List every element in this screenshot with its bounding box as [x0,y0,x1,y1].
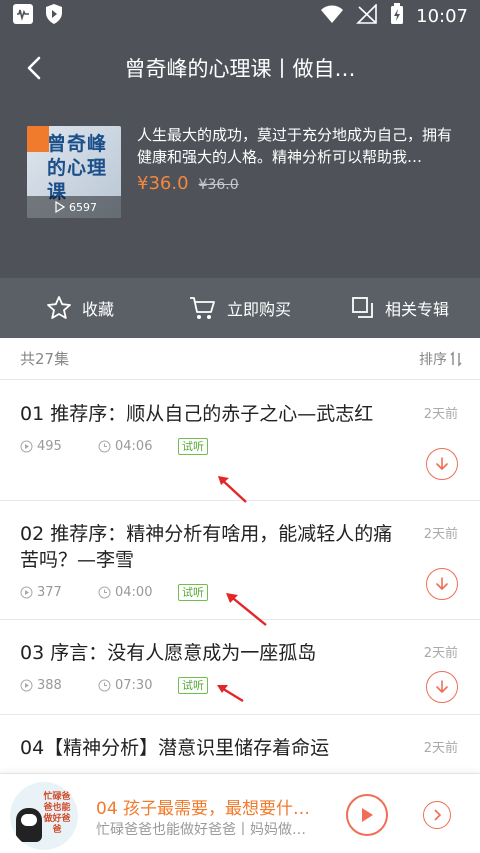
expand-button[interactable] [423,801,451,829]
album-cover[interactable]: 曾奇峰的心理课 6597 [27,126,121,218]
current-price: ¥36.0 [137,173,189,194]
episode-list: 01 推荐序：顺从自己的赤子之心—武志红 2天前 495 04:06 试听 02… [0,381,480,785]
episode-plays: 388 [20,678,98,693]
player-cover[interactable]: 忙碌爸爸也能做好爸爸 [10,782,78,850]
album-play-count: 6597 [27,196,121,218]
episode-date: 2天前 [423,646,458,661]
episode-plays: 495 [20,439,98,454]
album-badge [27,126,49,152]
download-button[interactable] [426,448,458,480]
download-button[interactable] [426,568,458,600]
download-button[interactable] [426,671,458,703]
status-time: 10:07 [416,5,468,27]
play-icon [362,808,373,822]
download-icon [436,577,448,590]
episode-count: 共27集 [20,350,70,368]
episode-title[interactable]: 03 序言：没有人愿意成为一座孤岛 [20,640,400,666]
episode-title[interactable]: 04【精神分析】潜意识里储存着命运 [20,735,400,761]
player-subtitle: 忙碌爸爸也能做好爸爸丨妈妈做… [96,822,306,838]
play-count-icon [20,586,33,598]
buy-now-label: 立即购买 [226,300,291,319]
episode-duration: 04:00 [98,585,178,600]
related-albums-label: 相关专辑 [384,300,449,319]
copy-icon [352,297,373,318]
mini-player: 忙碌爸爸也能做好爸爸 04 孩子最需要，最想要什… 忙碌爸爸也能做好爸爸丨妈妈做… [0,773,480,853]
album-cover-title: 曾奇峰的心理课 [47,133,108,203]
action-bar: 收藏 立即购买 相关专辑 [0,278,480,338]
status-bar: 10:07 [0,0,480,32]
audio-app-icon [12,3,34,30]
trial-badge[interactable]: 试听 [178,437,208,455]
chevron-right-icon [434,809,442,821]
episode-title[interactable]: 02 推荐序：精神分析有啥用，能减轻人的痛苦吗？—李雪 [20,521,400,573]
episode-plays-value: 495 [37,438,62,454]
episode-title[interactable]: 01 推荐序：顺从自己的赤子之心—武志红 [20,401,400,427]
wifi-icon [320,4,344,29]
episode-date: 2天前 [423,741,458,756]
cart-icon [189,297,215,319]
sort-label: 排序 [419,351,447,368]
annotation-arrow-icon [226,593,267,626]
episode-duration: 07:30 [98,678,178,693]
download-icon [436,680,448,693]
panda-illustration [16,808,42,842]
download-icon [436,457,448,470]
no-signal-icon [356,2,378,29]
star-icon [47,296,71,319]
battery-icon [390,2,404,30]
album-play-count-value: 6597 [69,200,97,214]
trial-badge[interactable]: 试听 [178,583,208,601]
back-button[interactable] [18,52,50,84]
list-header: 共27集 排序 [0,338,480,380]
play-count-icon [20,440,33,452]
album-header-panel: 10:07 曾奇峰的心理课丨做自… 曾奇峰的心理课 6597 人生最大的成功，莫… [0,0,480,338]
episode-plays-value: 388 [37,677,62,693]
episode-meta: 495 04:06 试听 [20,433,460,459]
chevron-left-icon [27,56,41,80]
sort-icon [450,350,462,367]
sort-button[interactable]: 排序 [419,349,462,369]
annotation-arrow-icon [218,476,247,503]
episode-duration-value: 04:00 [115,584,153,600]
collect-button[interactable]: 收藏 [0,295,160,321]
original-price: ¥36.0 [198,177,239,193]
title-bar: 曾奇峰的心理课丨做自… [0,44,480,92]
episode-duration-value: 04:06 [115,438,153,454]
episode-duration: 04:06 [98,439,178,454]
buy-now-button[interactable]: 立即购买 [160,295,320,321]
play-count-icon [20,679,33,691]
album-price: ¥36.0 ¥36.0 [137,173,239,194]
episode-date: 2天前 [423,407,458,422]
episode-date: 2天前 [423,527,458,542]
episode-duration-value: 07:30 [115,677,153,693]
trial-badge[interactable]: 试听 [178,676,208,694]
collect-label: 收藏 [81,300,114,319]
clock-icon [98,586,111,598]
page-title: 曾奇峰的心理课丨做自… [124,57,356,81]
annotation-arrow-icon [217,685,244,703]
shield-icon [44,3,64,30]
album-description: 人生最大的成功，莫过于充分地成为自己，拥有健康和强大的人格。精神分析可以帮助我… [137,126,453,166]
related-albums-button[interactable]: 相关专辑 [320,296,480,320]
clock-icon [98,440,111,452]
clock-icon [98,679,111,691]
play-button[interactable] [346,794,388,836]
play-outline-icon [55,201,65,213]
episode-plays-value: 377 [37,584,62,600]
player-title[interactable]: 04 孩子最需要，最想要什… [96,794,334,819]
player-cover-text: 忙碌爸爸也能做好爸爸 [43,792,71,835]
episode-plays: 377 [20,585,98,600]
